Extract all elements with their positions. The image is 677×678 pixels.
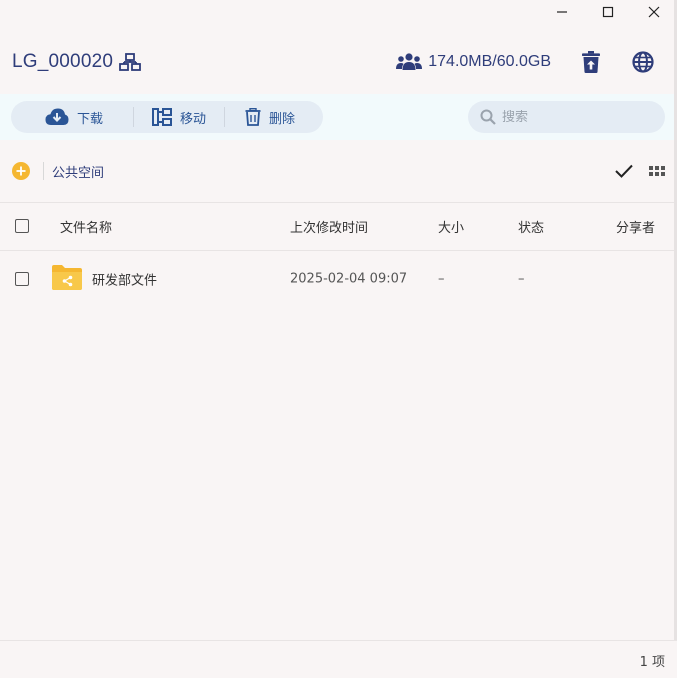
- row-name[interactable]: 研发部文件: [92, 270, 157, 289]
- column-name[interactable]: 文件名称: [60, 217, 112, 236]
- storage-usage: 174.0MB/60.0GB: [396, 53, 551, 71]
- move-icon: [152, 108, 172, 126]
- view-controls: [615, 164, 665, 178]
- cloud-download-icon: [45, 108, 69, 125]
- download-label: 下载: [77, 111, 104, 127]
- trash-restore-icon: [582, 51, 600, 73]
- item-count: 1 项: [639, 655, 665, 670]
- delete-label: 删除: [269, 111, 296, 127]
- breadcrumb: 公共空间: [0, 156, 677, 186]
- column-sharer[interactable]: 分享者: [616, 217, 655, 236]
- search-box[interactable]: [468, 101, 665, 133]
- header-actions: 174.0MB/60.0GB: [396, 50, 655, 74]
- column-size[interactable]: 大小: [438, 217, 464, 236]
- plus-circle-icon: [12, 162, 30, 180]
- toolbar-separator: [133, 107, 134, 127]
- minimize-icon: [557, 11, 567, 13]
- add-button[interactable]: [12, 162, 30, 180]
- close-button[interactable]: [631, 0, 677, 24]
- users-icon: [396, 53, 423, 70]
- maximize-button[interactable]: [585, 0, 631, 24]
- storage-text: 174.0MB/60.0GB: [428, 53, 551, 70]
- table-header: 文件名称 上次修改时间 大小 状态 分享者: [0, 203, 677, 250]
- file-actions: 下载 移动 删除: [11, 101, 323, 133]
- divider: [0, 250, 677, 251]
- globe-button[interactable]: [631, 50, 655, 74]
- shared-folder-icon: [52, 264, 82, 294]
- move-label: 移动: [180, 111, 207, 127]
- select-mode-button[interactable]: [615, 164, 633, 178]
- search-input[interactable]: [502, 109, 652, 125]
- page-title: LG_000020: [12, 51, 114, 72]
- check-icon: [615, 164, 633, 178]
- app-header: LG_000020 174.0MB/60.0GB: [12, 44, 655, 80]
- minimize-button[interactable]: [539, 0, 585, 24]
- search-icon: [480, 109, 496, 125]
- status-bar: 1 项: [0, 640, 677, 678]
- move-button[interactable]: 移动: [152, 101, 224, 133]
- row-size: –: [438, 271, 445, 287]
- grid-view-button[interactable]: [649, 166, 665, 176]
- breadcrumb-separator: [43, 162, 44, 180]
- breadcrumb-current[interactable]: 公共空间: [52, 162, 104, 181]
- delete-button[interactable]: 删除: [245, 101, 295, 133]
- network-icon: [119, 53, 142, 71]
- recycle-bin-button[interactable]: [579, 50, 603, 74]
- column-modified[interactable]: 上次修改时间: [290, 217, 368, 236]
- grid-icon: [649, 166, 665, 176]
- window-controls: [539, 0, 677, 24]
- download-button[interactable]: 下载: [45, 101, 133, 133]
- toolbar: 下载 移动 删除: [0, 94, 677, 140]
- row-checkbox[interactable]: [15, 272, 29, 286]
- table-row[interactable]: 研发部文件 2025-02-04 09:07 – –: [0, 254, 677, 304]
- trash-icon: [245, 108, 261, 126]
- close-icon: [648, 6, 660, 18]
- globe-icon: [632, 51, 654, 73]
- column-status[interactable]: 状态: [518, 217, 544, 236]
- maximize-icon: [602, 6, 614, 18]
- select-all-checkbox[interactable]: [15, 219, 29, 233]
- row-status: –: [518, 271, 525, 287]
- toolbar-separator: [224, 107, 225, 127]
- row-modified: 2025-02-04 09:07: [290, 271, 408, 287]
